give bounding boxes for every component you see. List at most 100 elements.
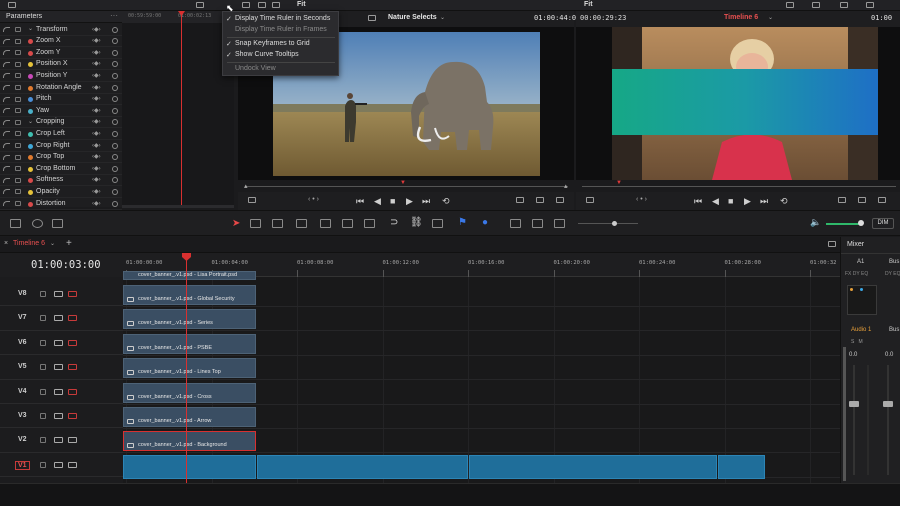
- reset-icon[interactable]: [112, 154, 118, 161]
- curve-icon[interactable]: [3, 189, 10, 195]
- auto-select-icon[interactable]: [54, 315, 63, 322]
- timeline-clip[interactable]: cover_banner_.v1.psd - PSBE: [123, 333, 256, 354]
- timeline-zoom-fit-dropdown[interactable]: Fit: [584, 1, 593, 8]
- lock-icon[interactable]: [15, 108, 21, 114]
- track-name[interactable]: V4: [18, 388, 27, 395]
- keyframe-nav-icon[interactable]: ‹◆›: [92, 165, 101, 172]
- auto-select-icon[interactable]: [54, 388, 63, 395]
- trim-tool-icon[interactable]: [250, 219, 261, 228]
- lock-icon[interactable]: [15, 73, 21, 79]
- linked-selection-icon[interactable]: ⛓: [410, 217, 423, 228]
- track-monitor-icon[interactable]: [68, 291, 77, 297]
- video-clip[interactable]: [257, 455, 468, 479]
- parameter-row[interactable]: Crop Top ‹◆›: [0, 152, 122, 164]
- curve-icon[interactable]: [3, 38, 10, 44]
- lock-icon[interactable]: [15, 50, 21, 56]
- snapping-icon[interactable]: ⊃: [390, 217, 398, 228]
- timeline-skip-start-icon[interactable]: ⏮: [694, 196, 702, 206]
- lock-icon[interactable]: [15, 201, 21, 206]
- zoom-full-icon[interactable]: [510, 219, 521, 228]
- timeline-viewer-timecode[interactable]: 01:00: [871, 14, 892, 22]
- timeline-options-icon[interactable]: [10, 219, 21, 228]
- auto-select-icon[interactable]: [54, 291, 63, 297]
- curve-icon[interactable]: [3, 154, 10, 160]
- solo-mute-buttons[interactable]: S M: [851, 339, 863, 345]
- pan-control[interactable]: [847, 285, 877, 315]
- parameter-row[interactable]: Crop Left ‹◆›: [0, 128, 122, 140]
- lock-icon[interactable]: [15, 166, 21, 172]
- track-header[interactable]: V5: [0, 355, 123, 380]
- auto-select-icon[interactable]: [54, 413, 63, 419]
- keyframe-scrollbar[interactable]: [122, 205, 234, 208]
- track-header[interactable]: V6: [0, 331, 123, 356]
- keyframe-nav-icon[interactable]: ‹◆›: [92, 200, 101, 207]
- timeline-viewer-options-icon[interactable]: [586, 197, 594, 203]
- keyframe-nav-icon[interactable]: ‹◆›: [92, 176, 101, 183]
- prev-edit-icon[interactable]: [858, 197, 866, 203]
- timeline-clip[interactable]: cover_banner_.v1.psd - Lines Top: [123, 358, 256, 379]
- zoom-slider-handle[interactable]: [612, 221, 617, 226]
- menu-item-frames[interactable]: Display Time Ruler in Frames: [235, 26, 327, 33]
- timeline-skip-end-icon[interactable]: ⏭: [760, 196, 768, 206]
- volume-slider[interactable]: [826, 223, 860, 225]
- replace-icon[interactable]: [556, 197, 564, 203]
- replace-clip-icon[interactable]: [364, 219, 375, 228]
- image-icon[interactable]: [242, 2, 250, 8]
- lock-icon[interactable]: [15, 96, 21, 102]
- mixer-scrollbar[interactable]: [843, 347, 846, 481]
- add-tab-icon[interactable]: +: [66, 238, 72, 249]
- auto-select-icon[interactable]: [54, 437, 63, 444]
- viewer-mode-icon[interactable]: [786, 2, 794, 8]
- reset-icon[interactable]: [112, 119, 118, 126]
- overwrite-icon[interactable]: [536, 197, 544, 203]
- timeline-clip[interactable]: cover_banner_.v1.psd - Cross: [123, 382, 256, 403]
- keyframe-nav-icon[interactable]: ‹◆›: [92, 142, 101, 149]
- parameter-row[interactable]: Position X ‹◆›: [0, 59, 122, 71]
- track-name[interactable]: V8: [18, 290, 27, 297]
- track-lock-icon[interactable]: [40, 413, 46, 419]
- menu-item-snap[interactable]: Snap Keyframes to Grid: [235, 40, 310, 47]
- timeline-view-icon[interactable]: [828, 241, 836, 247]
- keyframe-nav-icon[interactable]: ‹◆›: [92, 84, 101, 91]
- keyframe-nav-icon[interactable]: ‹◆›: [92, 60, 101, 67]
- parameter-row[interactable]: Opacity ‹◆›: [0, 186, 122, 198]
- lock-icon[interactable]: [15, 154, 21, 160]
- reset-icon[interactable]: [112, 200, 118, 207]
- split-icon[interactable]: [272, 2, 280, 8]
- tab-timeline[interactable]: Timeline 6: [13, 240, 45, 247]
- blade-tool-icon[interactable]: [296, 219, 307, 228]
- reset-icon[interactable]: [112, 61, 118, 68]
- next-edit-icon[interactable]: [878, 197, 886, 203]
- lock-icon[interactable]: [15, 143, 21, 148]
- video-clip[interactable]: [123, 455, 256, 479]
- fader-a1[interactable]: [849, 401, 859, 407]
- track-lock-icon[interactable]: [40, 461, 46, 468]
- keyframe-nav-icon[interactable]: ‹◆›: [92, 26, 101, 33]
- overwrite-clip-icon[interactable]: [342, 219, 353, 228]
- skip-end-icon[interactable]: ⏭: [422, 196, 430, 206]
- jog-control[interactable]: ‹ • ›: [308, 196, 319, 203]
- curve-icon[interactable]: [3, 108, 10, 114]
- expand-chevron-icon[interactable]: ⌄: [28, 25, 33, 32]
- timeline-playhead-line[interactable]: [186, 253, 187, 483]
- curve-icon[interactable]: [3, 85, 10, 90]
- tab-chevron-icon[interactable]: ⌄: [50, 240, 55, 247]
- mark-in-icon[interactable]: ▴: [244, 182, 248, 190]
- parameter-row[interactable]: Softness ‹◆›: [0, 175, 122, 187]
- parameter-row[interactable]: Crop Bottom ‹◆›: [0, 163, 122, 175]
- loop-icon[interactable]: ⟲: [442, 196, 450, 206]
- layout-icon[interactable]: [258, 2, 266, 8]
- reset-icon[interactable]: [112, 26, 118, 33]
- timeline-viewer-title[interactable]: Timeline 6: [724, 14, 758, 21]
- track-monitor-icon[interactable]: [68, 413, 77, 419]
- track-name[interactable]: V2: [18, 436, 27, 443]
- timeline-timecode[interactable]: 01:00:03:00: [31, 259, 101, 271]
- track-header[interactable]: V3: [0, 404, 123, 429]
- timeline-clip[interactable]: cover_banner_.v1.psd - Background: [123, 431, 256, 452]
- fullscreen-icon[interactable]: [840, 2, 848, 8]
- parameter-row[interactable]: Yaw ‹◆›: [0, 105, 122, 117]
- keyframe-nav-icon[interactable]: ‹◆›: [92, 72, 101, 79]
- track-lock-icon[interactable]: [40, 364, 46, 371]
- curve-icon[interactable]: [3, 50, 10, 56]
- keyframe-nav-icon[interactable]: ‹◆›: [92, 107, 101, 114]
